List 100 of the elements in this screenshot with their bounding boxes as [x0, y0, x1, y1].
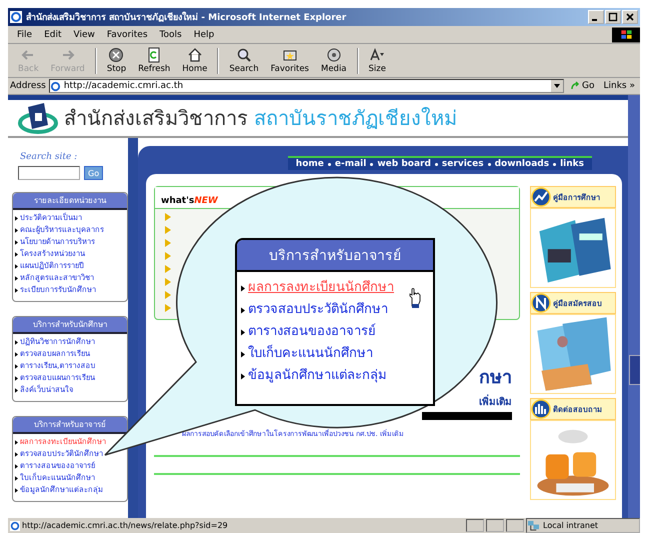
media-icon [326, 47, 342, 63]
dot-separator-icon [434, 162, 438, 166]
toolbar-button[interactable]: Media [314, 47, 353, 74]
bullet-icon [15, 488, 18, 492]
menu-item[interactable]: File [12, 30, 38, 40]
page-icon [10, 520, 20, 530]
dot-separator-icon [370, 162, 374, 166]
dropdown-arrow-icon [553, 82, 562, 90]
arrow-bullet-icon [165, 213, 171, 221]
toolbar-button[interactable]: Refresh [132, 47, 176, 74]
scroll-bar[interactable] [628, 95, 640, 518]
bullet-icon [15, 464, 18, 468]
nav-link[interactable]: web board [377, 159, 431, 169]
zone-label: Local intranet [543, 521, 598, 530]
bullet-icon [15, 376, 18, 380]
minimize-button[interactable] [588, 10, 604, 24]
arrow-bullet-icon [165, 226, 171, 234]
arrow-bullet-icon [165, 265, 171, 273]
address-label: Address [10, 81, 46, 91]
institute-name: สถาบันราชภัฏเชียงใหม่ [254, 105, 457, 132]
bullet-icon [15, 452, 18, 456]
refresh-icon [146, 47, 162, 63]
sidebar-heading: บริการสำหรับอาจารย์ [13, 417, 127, 434]
bullet-icon [15, 340, 18, 344]
bar-chart-icon [531, 399, 551, 419]
dot-separator-icon [553, 162, 556, 166]
bullet-icon [15, 352, 18, 356]
nav-link[interactable]: e-mail [334, 159, 366, 169]
window-title: สำนักส่งเสริมวิชาการ สถาบันราชภัฏเชียงใหม่ - Microsoft Internet Explorer [26, 10, 348, 24]
arrow-bullet-icon [165, 252, 171, 260]
text-size-icon [369, 47, 386, 63]
toolbar-button[interactable]: Stop [100, 47, 132, 74]
search-label: Search site : [19, 152, 78, 162]
status-panel [466, 519, 484, 532]
promo-subline: เพิ่มเติม [479, 394, 512, 409]
bullet-icon [15, 364, 18, 368]
maximize-button[interactable] [605, 10, 621, 24]
status-text: http://academic.cmri.ac.th/news/relate.php?sid=29 [22, 521, 229, 530]
arrow-bullet-icon [165, 291, 171, 299]
popup-link[interactable]: ใบเก็บคะแนนนักศึกษา [248, 343, 373, 365]
bullet-icon [15, 216, 18, 220]
bullet-icon [15, 276, 18, 280]
book-globe-logo-icon [18, 101, 58, 135]
bullet-icon [241, 328, 245, 336]
stop-icon [108, 47, 124, 63]
browser-icon [10, 11, 22, 23]
menu-item[interactable]: Favorites [102, 30, 153, 40]
bullet-icon [241, 306, 245, 314]
letter-icon [531, 293, 551, 313]
sidebar-heading: รายละเอียดหน่วยงาน [13, 193, 127, 210]
menu-item[interactable]: Tools [154, 30, 187, 40]
bullet-icon [15, 228, 18, 232]
address-field[interactable]: http://academic.cmri.ac.th [48, 79, 564, 93]
bullet-icon [241, 350, 245, 358]
sidebar-heading: บริการสำหรับนักศึกษา [13, 317, 127, 334]
toolbar-button[interactable]: Size [362, 47, 392, 74]
bullet-icon [15, 288, 18, 292]
search-field[interactable] [18, 166, 80, 180]
bullet-icon [15, 388, 18, 392]
dot-separator-icon [328, 162, 331, 166]
home-icon [186, 47, 203, 63]
windows-logo-icon [612, 26, 640, 42]
close-icon [625, 12, 635, 22]
popup-link[interactable]: ตรวจสอบประวัตินักศึกษา [248, 299, 388, 321]
bullet-icon [15, 240, 18, 244]
links-button[interactable]: Links » [600, 81, 638, 91]
status-panel [486, 519, 504, 532]
dot-separator-icon [488, 162, 491, 166]
bullet-icon [241, 372, 245, 380]
dropdown-button[interactable] [551, 80, 564, 92]
bullet-icon [15, 264, 18, 268]
nav-link[interactable]: links [560, 159, 584, 169]
toolbar-button[interactable]: Favorites [264, 47, 315, 74]
menu-item[interactable]: Edit [39, 30, 66, 40]
maximize-icon [608, 12, 618, 22]
minimize-icon [592, 19, 597, 21]
arrow-bullet-icon [165, 304, 171, 312]
network-icon [527, 520, 540, 531]
promo-headline: กษา [479, 366, 512, 390]
nav-link[interactable]: home [296, 159, 324, 169]
nav-link[interactable]: services [442, 159, 484, 169]
toolbar-button[interactable]: Home [176, 47, 214, 74]
popup-link[interactable]: ข้อมูลนักศึกษาแต่ละกลุ่ม [248, 365, 387, 387]
nav-link[interactable]: downloads [494, 159, 550, 169]
bullet-icon [15, 440, 18, 444]
bullet-icon [15, 476, 18, 480]
popup-link[interactable]: ตารางสอนของอาจารย์ [248, 321, 376, 343]
popup-heading: บริการสำหรับอาจารย์ [237, 240, 433, 272]
search-icon [236, 47, 252, 63]
menu-item[interactable]: Help [188, 30, 220, 40]
bullet-icon [241, 284, 245, 292]
close-button[interactable] [622, 10, 638, 24]
arrow-bullet-icon [165, 278, 171, 286]
toolbar-button[interactable]: Search [223, 47, 265, 74]
page-icon [50, 80, 61, 92]
menu-item[interactable]: View [68, 30, 100, 40]
site-title: สำนักส่งเสริมวิชาการ [64, 105, 248, 132]
arrow-bullet-icon [165, 239, 171, 247]
go-button[interactable]: Go [567, 81, 598, 91]
status-panel [506, 519, 524, 532]
